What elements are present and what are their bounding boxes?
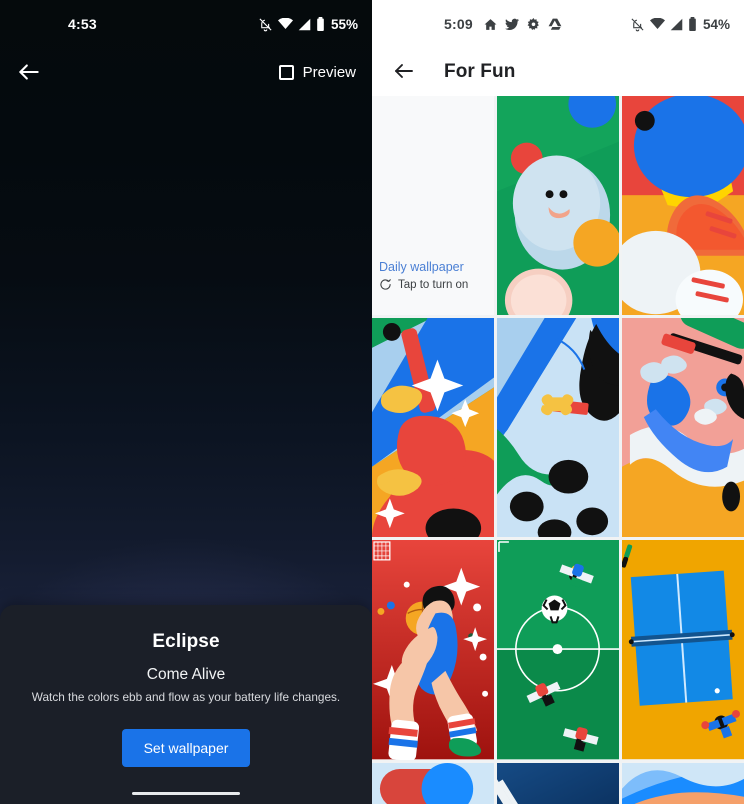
wallpaper-preview-panel: 4:53 55% Preview Eclipse Come Alive Watc… [0,0,372,804]
wallpaper-info-sheet: Eclipse Come Alive Watch the colors ebb … [0,605,372,804]
daily-wallpaper-title: Daily wallpaper [379,260,464,275]
battery-percent: 54% [702,16,730,32]
daily-wallpaper-tile[interactable]: Daily wallpaper Tap to turn on [372,96,494,316]
battery-icon [688,17,697,31]
wifi-icon [649,18,665,30]
wallpaper-grid: Daily wallpaper Tap to turn on [372,96,744,804]
wallpaper-description: Watch the colors ebb and flow as your ba… [31,690,341,704]
gear-icon [527,17,540,31]
wallpaper-tile-navy-diagonal-lines[interactable] [497,762,619,804]
refresh-icon [379,278,392,291]
twitter-icon [504,18,519,31]
drive-icon [548,18,562,31]
status-time: 5:09 [444,16,473,32]
preview-toggle[interactable]: Preview [278,63,356,81]
wallpaper-tile-skateboarder[interactable] [622,318,744,538]
signal-icon [298,18,311,31]
wallpaper-tile-red-blue-capsule[interactable] [372,762,494,804]
screenshot-root: 4:53 55% Preview Eclipse Come Alive Watc… [0,0,744,804]
wallpaper-tile-bowling-pins-strike[interactable] [622,96,744,316]
notification-tray-icons [484,17,562,31]
wallpaper-tile-bowling-ball-smiley[interactable] [497,96,619,316]
wallpaper-tile-dalmatian-dog[interactable] [497,318,619,538]
battery-percent: 55% [330,16,358,32]
status-icons: 54% [630,17,730,32]
preview-checkbox[interactable] [278,64,294,80]
home-icon [484,18,497,31]
wallpaper-tile-ping-pong-table[interactable] [622,540,744,760]
notifications-off-icon [258,17,273,32]
right-top-bar: For Fun [372,48,744,96]
daily-wallpaper-subtitle: Tap to turn on [398,278,469,291]
notifications-off-icon [630,17,645,32]
wallpaper-title: Eclipse [152,631,220,652]
signal-icon [670,18,683,31]
wallpaper-tile-soccer-field[interactable] [497,540,619,760]
page-title: For Fun [444,61,516,82]
battery-icon [316,17,325,31]
preview-label: Preview [302,63,356,81]
wallpaper-subtitle: Come Alive [146,666,226,683]
wifi-icon [277,18,293,30]
back-arrow-icon[interactable] [16,59,42,85]
wallpaper-tile-blue-orange-waves[interactable] [622,762,744,804]
right-status-bar: 5:09 54% [372,0,744,48]
wallpaper-tile-guitar-hands[interactable] [372,318,494,538]
back-arrow-icon[interactable] [392,59,418,85]
set-wallpaper-button[interactable]: Set wallpaper [121,729,251,768]
left-top-bar: Preview [0,48,372,96]
status-time: 4:53 [68,16,97,32]
wallpaper-tile-basketball-player[interactable] [372,540,494,760]
status-icons: 55% [258,17,358,32]
daily-wallpaper-action[interactable]: Tap to turn on [379,278,494,291]
home-indicator[interactable] [132,791,240,795]
left-status-bar: 4:53 55% [0,0,372,48]
wallpaper-picker-panel: 5:09 54% For Fun Daily wallpaper Tap to … [372,0,744,804]
